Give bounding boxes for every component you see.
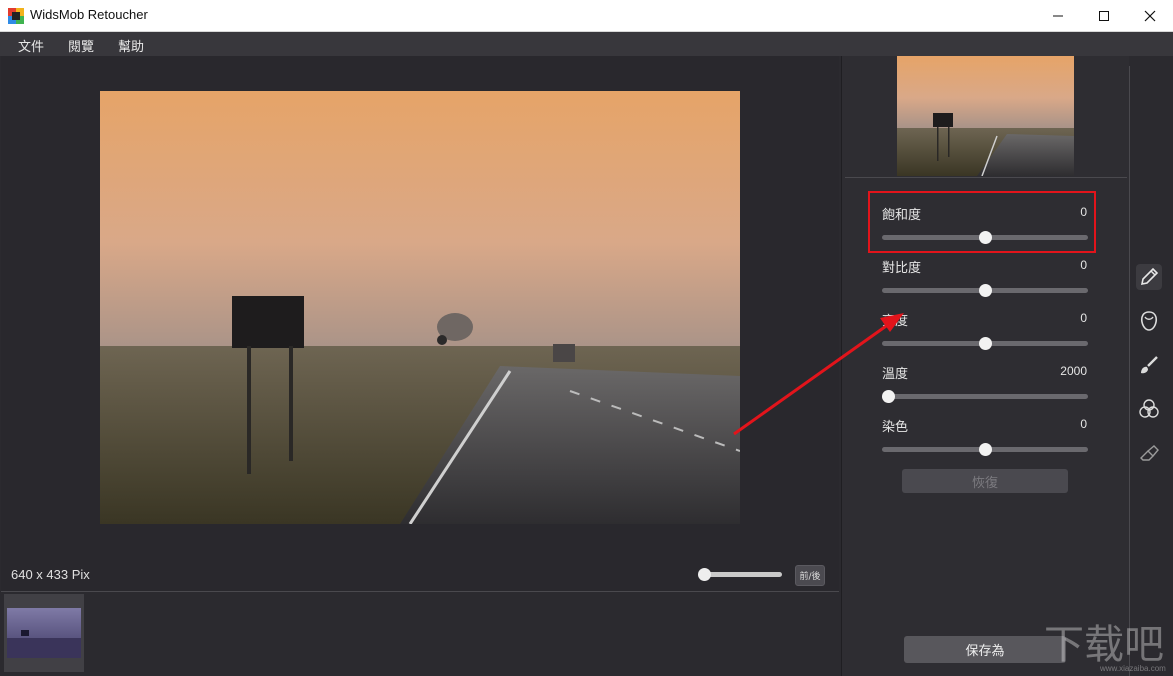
close-icon <box>1144 10 1156 21</box>
brightness-label: 亮度 <box>882 314 909 329</box>
close-button[interactable] <box>1127 0 1173 31</box>
face-tool[interactable] <box>1136 308 1162 334</box>
image-size-label: 640 x 433 Pix <box>11 567 90 582</box>
temperature-value: 2000 <box>1060 364 1087 378</box>
zoom-slider-track[interactable] <box>700 572 782 577</box>
filmstrip-thumbnail[interactable] <box>4 594 84 672</box>
contrast-label: 對比度 <box>882 261 922 276</box>
tint-value: 0 <box>1080 417 1087 431</box>
tint-slider-thumb[interactable] <box>978 443 992 456</box>
temperature-slider-track[interactable] <box>882 394 1088 399</box>
contrast-value: 0 <box>1080 258 1087 272</box>
brightness-slider-thumb[interactable] <box>978 337 992 350</box>
app-logo-icon <box>8 8 24 24</box>
tint-label: 染色 <box>882 420 909 435</box>
temperature-slider-thumb[interactable] <box>881 390 895 403</box>
maximize-button[interactable] <box>1081 0 1127 31</box>
color-circles-icon <box>1139 399 1159 418</box>
main-photo[interactable] <box>100 91 740 524</box>
temperature-label: 溫度 <box>882 367 909 382</box>
saturation-highlight-box <box>868 191 1096 253</box>
contrast-slider-thumb[interactable] <box>978 284 992 297</box>
svg-text:www.xiazaiba.com: www.xiazaiba.com <box>1099 664 1166 673</box>
svg-text:下载吧: 下载吧 <box>1044 622 1164 668</box>
reset-button[interactable]: 恢復 <box>902 469 1068 493</box>
zoom-slider-thumb[interactable] <box>697 568 711 581</box>
eraser-icon <box>1140 445 1159 461</box>
menu-file[interactable]: 文件 <box>18 36 44 55</box>
color-tool[interactable] <box>1136 396 1162 422</box>
title-bar: WidsMob Retoucher <box>0 0 1173 32</box>
filmstrip <box>1 592 839 676</box>
minimize-icon <box>1053 15 1063 16</box>
menu-bar: 文件 閱覽 幫助 <box>0 32 1173 56</box>
pencil-icon <box>1140 267 1159 286</box>
watermark-logo: 下载吧 www.xiazaiba.com <box>1044 622 1166 673</box>
eraser-tool[interactable] <box>1136 440 1162 466</box>
maximize-icon <box>1099 10 1109 21</box>
window-title: WidsMob Retoucher <box>30 7 148 22</box>
brush-tool[interactable] <box>1136 352 1162 378</box>
brightness-value: 0 <box>1080 311 1087 325</box>
pencil-tool[interactable] <box>1136 264 1162 290</box>
menu-view[interactable]: 閱覽 <box>68 36 94 55</box>
before-after-button[interactable]: 前/後 <box>795 565 825 586</box>
preview-thumbnail <box>897 56 1074 176</box>
filmstrip-thumbnail-image <box>7 608 81 658</box>
minimize-button[interactable] <box>1035 0 1081 31</box>
toolbar-separator <box>1129 66 1130 676</box>
brush-icon <box>1141 356 1158 374</box>
face-icon <box>1140 311 1158 331</box>
menu-help[interactable]: 幫助 <box>118 36 144 55</box>
preview-separator <box>845 177 1127 178</box>
